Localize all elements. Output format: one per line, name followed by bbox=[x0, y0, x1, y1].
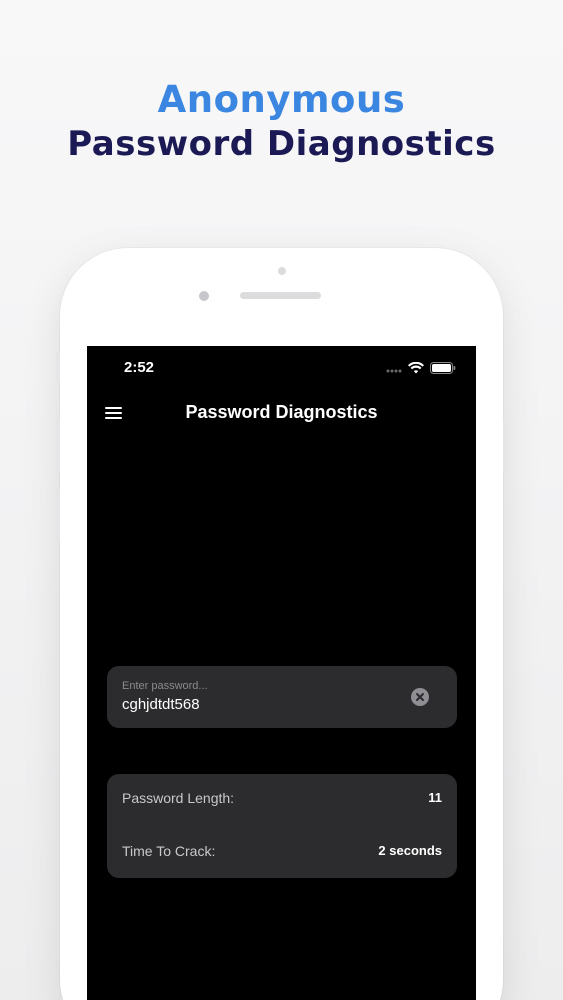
promo-headline-main: Password Diagnostics bbox=[67, 124, 496, 164]
password-length-value: 11 bbox=[428, 790, 442, 805]
stats-card: Password Length: 11 Time To Crack: 2 sec… bbox=[107, 774, 457, 878]
proximity-sensor bbox=[278, 267, 286, 275]
signal-dots-icon bbox=[386, 361, 402, 379]
password-input-placeholder: Enter password... bbox=[122, 680, 208, 692]
wifi-icon bbox=[408, 361, 424, 379]
nav-title: Password Diagnostics bbox=[185, 402, 378, 422]
promo-headline-accent: Anonymous bbox=[157, 78, 406, 121]
time-to-crack-label: Time To Crack: bbox=[122, 843, 216, 859]
password-input-value[interactable]: cghjdtdt568 bbox=[122, 696, 200, 713]
side-button-volume-up bbox=[56, 420, 60, 474]
status-icons bbox=[386, 361, 456, 379]
time-to-crack-value: 2 seconds bbox=[378, 843, 442, 858]
stat-row-crack-time: Time To Crack: 2 seconds bbox=[122, 843, 442, 863]
battery-icon bbox=[430, 361, 456, 379]
side-button-mute bbox=[56, 352, 60, 382]
password-length-label: Password Length: bbox=[122, 790, 235, 806]
earpiece-speaker bbox=[240, 292, 321, 299]
front-camera bbox=[199, 291, 209, 301]
password-input-field[interactable]: Enter password... cghjdtdt568 bbox=[107, 666, 457, 728]
side-button-power bbox=[503, 420, 507, 474]
app-screen: 2:52 Password Diagnostics Enter password… bbox=[87, 346, 476, 1000]
stat-row-length: Password Length: 11 bbox=[122, 790, 442, 810]
side-button-volume-down bbox=[56, 488, 60, 542]
status-time: 2:52 bbox=[124, 359, 155, 376]
clear-icon[interactable] bbox=[411, 688, 429, 706]
